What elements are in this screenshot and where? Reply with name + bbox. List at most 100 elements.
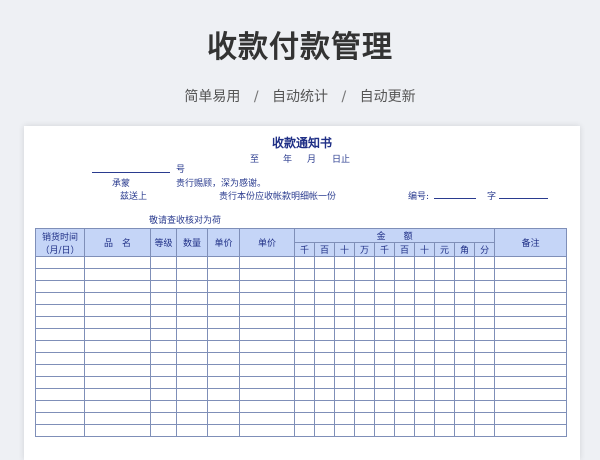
- table-cell[interactable]: [494, 304, 568, 317]
- table-cell[interactable]: [35, 364, 85, 377]
- table-cell[interactable]: [394, 256, 415, 269]
- table-cell[interactable]: [176, 388, 208, 401]
- table-cell[interactable]: [150, 256, 177, 269]
- table-cell[interactable]: [394, 268, 415, 281]
- table-cell[interactable]: [454, 280, 475, 293]
- table-cell[interactable]: [494, 328, 568, 341]
- table-cell[interactable]: [294, 292, 315, 305]
- table-cell[interactable]: [239, 292, 295, 305]
- table-cell[interactable]: [394, 292, 415, 305]
- table-cell[interactable]: [374, 376, 395, 389]
- table-cell[interactable]: [314, 256, 335, 269]
- table-cell[interactable]: [414, 256, 435, 269]
- table-cell[interactable]: [35, 388, 85, 401]
- table-cell[interactable]: [239, 388, 295, 401]
- table-cell[interactable]: [207, 304, 240, 317]
- bianhao-field[interactable]: [434, 198, 476, 199]
- table-cell[interactable]: [354, 268, 375, 281]
- table-cell[interactable]: [374, 400, 395, 413]
- table-cell[interactable]: [473, 280, 496, 293]
- table-cell[interactable]: [334, 256, 355, 269]
- table-cell[interactable]: [374, 424, 395, 437]
- table-cell[interactable]: [354, 424, 375, 437]
- table-cell[interactable]: [84, 388, 151, 401]
- table-cell[interactable]: [239, 328, 295, 341]
- table-cell[interactable]: [84, 352, 151, 365]
- table-cell[interactable]: [207, 292, 240, 305]
- table-cell[interactable]: [434, 400, 455, 413]
- table-cell[interactable]: [314, 340, 335, 353]
- table-cell[interactable]: [494, 364, 568, 377]
- table-cell[interactable]: [374, 340, 395, 353]
- table-cell[interactable]: [414, 364, 435, 377]
- table-cell[interactable]: [354, 340, 375, 353]
- table-cell[interactable]: [473, 364, 496, 377]
- table-cell[interactable]: [473, 340, 496, 353]
- table-cell[interactable]: [314, 304, 335, 317]
- table-cell[interactable]: [374, 280, 395, 293]
- table-cell[interactable]: [454, 292, 475, 305]
- table-cell[interactable]: [35, 292, 85, 305]
- table-cell[interactable]: [314, 400, 335, 413]
- table-cell[interactable]: [84, 328, 151, 341]
- table-cell[interactable]: [434, 364, 455, 377]
- table-cell[interactable]: [394, 328, 415, 341]
- table-cell[interactable]: [473, 304, 496, 317]
- table-cell[interactable]: [394, 424, 415, 437]
- table-cell[interactable]: [207, 280, 240, 293]
- table-cell[interactable]: [454, 316, 475, 329]
- table-cell[interactable]: [150, 268, 177, 281]
- table-cell[interactable]: [394, 280, 415, 293]
- table-cell[interactable]: [35, 304, 85, 317]
- table-cell[interactable]: [294, 328, 315, 341]
- table-cell[interactable]: [454, 256, 475, 269]
- table-cell[interactable]: [35, 424, 85, 437]
- table-cell[interactable]: [176, 304, 208, 317]
- table-cell[interactable]: [494, 424, 568, 437]
- table-cell[interactable]: [207, 376, 240, 389]
- table-cell[interactable]: [334, 364, 355, 377]
- table-cell[interactable]: [294, 412, 315, 425]
- table-cell[interactable]: [454, 268, 475, 281]
- table-cell[interactable]: [35, 316, 85, 329]
- table-cell[interactable]: [84, 400, 151, 413]
- table-cell[interactable]: [394, 364, 415, 377]
- table-cell[interactable]: [150, 424, 177, 437]
- table-cell[interactable]: [334, 424, 355, 437]
- table-cell[interactable]: [454, 400, 475, 413]
- table-cell[interactable]: [414, 424, 435, 437]
- table-cell[interactable]: [414, 340, 435, 353]
- customer-number-line[interactable]: [92, 172, 170, 173]
- table-cell[interactable]: [334, 328, 355, 341]
- table-cell[interactable]: [176, 364, 208, 377]
- table-cell[interactable]: [374, 292, 395, 305]
- table-cell[interactable]: [294, 280, 315, 293]
- table-cell[interactable]: [434, 340, 455, 353]
- table-cell[interactable]: [454, 424, 475, 437]
- table-cell[interactable]: [150, 292, 177, 305]
- table-cell[interactable]: [334, 340, 355, 353]
- table-cell[interactable]: [354, 400, 375, 413]
- table-cell[interactable]: [294, 388, 315, 401]
- table-cell[interactable]: [84, 280, 151, 293]
- table-cell[interactable]: [334, 304, 355, 317]
- table-cell[interactable]: [35, 376, 85, 389]
- table-cell[interactable]: [239, 256, 295, 269]
- table-cell[interactable]: [294, 376, 315, 389]
- table-cell[interactable]: [239, 424, 295, 437]
- table-cell[interactable]: [434, 424, 455, 437]
- table-cell[interactable]: [414, 268, 435, 281]
- table-cell[interactable]: [434, 412, 455, 425]
- table-cell[interactable]: [239, 304, 295, 317]
- table-cell[interactable]: [374, 412, 395, 425]
- table-cell[interactable]: [207, 268, 240, 281]
- table-cell[interactable]: [84, 316, 151, 329]
- table-cell[interactable]: [494, 268, 568, 281]
- table-cell[interactable]: [294, 424, 315, 437]
- table-cell[interactable]: [84, 268, 151, 281]
- table-cell[interactable]: [35, 412, 85, 425]
- table-cell[interactable]: [434, 376, 455, 389]
- table-cell[interactable]: [176, 376, 208, 389]
- table-cell[interactable]: [414, 280, 435, 293]
- table-cell[interactable]: [334, 268, 355, 281]
